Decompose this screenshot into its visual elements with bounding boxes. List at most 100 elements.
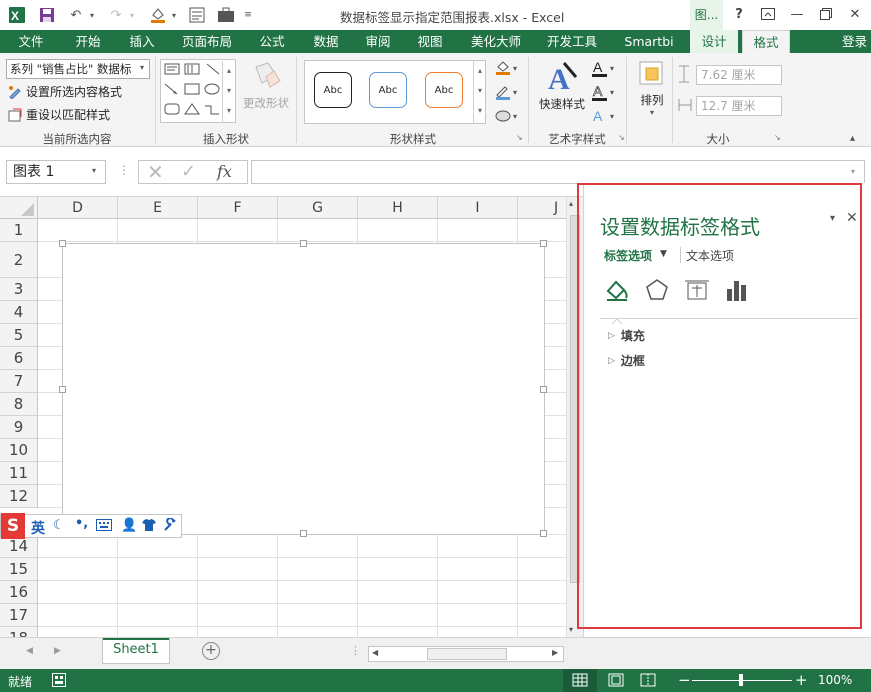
tab-review[interactable]: 审阅 <box>354 30 402 53</box>
row-header-11[interactable]: 11 <box>0 462 38 485</box>
row-header-4[interactable]: 4 <box>0 301 38 324</box>
row-header-7[interactable]: 7 <box>0 370 38 393</box>
scroll-up-icon[interactable]: ▴ <box>569 199 573 208</box>
column-header-f[interactable]: F <box>198 197 278 219</box>
scroll-right-icon[interactable]: ▶ <box>552 648 558 657</box>
change-shape-button[interactable]: 更改形状 <box>242 61 290 111</box>
tab-chart-design[interactable]: 设计 <box>690 30 738 53</box>
row-header-8[interactable]: 8 <box>0 393 38 416</box>
row-header-3[interactable]: 3 <box>0 278 38 301</box>
tab-formulas[interactable]: 公式 <box>248 30 296 53</box>
form-icon[interactable] <box>188 6 206 24</box>
resize-handle-n[interactable] <box>300 240 307 247</box>
row-header-6[interactable]: 6 <box>0 347 38 370</box>
login-link[interactable]: 登录 <box>838 30 871 53</box>
row-header-2[interactable]: 2 <box>0 242 38 278</box>
undo-icon[interactable]: ↶ <box>66 6 86 24</box>
redo-icon[interactable]: ↷ <box>106 6 126 24</box>
zoom-level[interactable]: 100% <box>818 673 852 687</box>
ime-punctuation-icon[interactable]: •, <box>75 516 88 531</box>
redo-dropdown-icon[interactable]: ▾ <box>126 6 138 24</box>
tab-view[interactable]: 视图 <box>406 30 454 53</box>
normal-view-button[interactable] <box>563 669 597 692</box>
shape-style-black[interactable]: Abc <box>314 72 352 108</box>
shape-outline-button[interactable]: ▾ <box>494 83 522 104</box>
column-header-e[interactable]: E <box>118 197 198 219</box>
row-header-15[interactable]: 15 <box>0 558 38 581</box>
cancel-icon[interactable]: ✕ <box>147 161 164 183</box>
row-header-10[interactable]: 10 <box>0 439 38 462</box>
tab-developer[interactable]: 开发工具 <box>538 30 606 53</box>
ime-skin-icon[interactable] <box>141 518 157 535</box>
ime-logo-icon[interactable]: S <box>1 513 25 539</box>
row-header-16[interactable]: 16 <box>0 581 38 604</box>
shape-effects-button[interactable]: ▾ <box>494 107 522 128</box>
quick-styles-button[interactable]: A 快速样式 <box>536 59 588 112</box>
row-header-9[interactable]: 9 <box>0 416 38 439</box>
tab-data[interactable]: 数据 <box>302 30 350 53</box>
next-sheet-icon[interactable]: ▶ <box>54 646 61 656</box>
macro-record-icon[interactable] <box>52 673 66 690</box>
arrange-button[interactable]: 排列 ▾ <box>632 59 672 117</box>
enter-icon[interactable]: ✓ <box>181 161 196 183</box>
shape-height-input[interactable]: 7.62 厘米 <box>696 65 782 85</box>
save-icon[interactable] <box>38 6 56 24</box>
page-break-view-icon[interactable] <box>640 673 656 690</box>
fill-color-dropdown-icon[interactable]: ▾ <box>168 6 180 24</box>
text-outline-button[interactable]: A ▾ <box>590 83 618 106</box>
column-header-h[interactable]: H <box>358 197 438 219</box>
fill-color-icon[interactable] <box>148 6 168 24</box>
column-header-i[interactable]: I <box>438 197 518 219</box>
shape-style-blue[interactable]: Abc <box>369 72 407 108</box>
shape-fill-button[interactable]: ▾ <box>494 59 522 80</box>
shape-style-orange[interactable]: Abc <box>425 72 463 108</box>
collapse-ribbon-icon[interactable]: ▴ <box>850 133 855 144</box>
tab-page-layout[interactable]: 页面布局 <box>174 30 240 53</box>
column-header-g[interactable]: G <box>278 197 358 219</box>
tab-splitter-icon[interactable]: ⋮ <box>350 644 361 657</box>
chevron-down-icon[interactable]: ▾ <box>140 63 144 72</box>
text-fill-button[interactable]: A ▾ <box>590 59 618 82</box>
ime-keyboard-icon[interactable] <box>96 519 112 534</box>
tab-smartbi[interactable]: Smartbi <box>618 30 680 53</box>
horizontal-scroll-thumb[interactable] <box>427 648 507 660</box>
ribbon-display-options-icon[interactable] <box>757 4 779 24</box>
row-header-18[interactable]: 18 <box>0 627 38 637</box>
name-box-dropdown-icon[interactable]: ▾ <box>92 166 96 175</box>
tab-insert[interactable]: 插入 <box>118 30 166 53</box>
add-sheet-icon[interactable]: + <box>202 642 220 660</box>
customize-quick-access-icon[interactable]: ≡ <box>242 6 254 24</box>
resize-handle-w[interactable] <box>59 386 66 393</box>
undo-dropdown-icon[interactable]: ▾ <box>86 6 98 24</box>
column-header-d[interactable]: D <box>38 197 118 219</box>
horizontal-scrollbar[interactable]: ◀ ▶ <box>368 646 564 662</box>
close-icon[interactable]: ✕ <box>844 4 866 24</box>
zoom-in-icon[interactable]: + <box>795 671 808 689</box>
resize-handle-nw[interactable] <box>59 240 66 247</box>
ime-halfwidth-icon[interactable]: ☾ <box>53 518 65 533</box>
column-header-j[interactable]: J <box>518 197 566 219</box>
name-box[interactable]: 图表 1 <box>6 160 106 184</box>
ime-language-toggle[interactable]: 英 <box>31 518 45 538</box>
shape-styles-scroll[interactable]: ▴ ▾ ▾ <box>473 61 486 123</box>
tab-chart-format[interactable]: 格式 <box>742 30 790 53</box>
text-effects-button[interactable]: A ▾ <box>590 107 618 130</box>
shapes-gallery-scroll[interactable]: ▴ ▾ ▾ <box>222 61 235 123</box>
insert-function-icon[interactable]: fx <box>217 161 232 183</box>
tab-file[interactable]: 文件 <box>0 30 62 53</box>
resize-handle-se[interactable] <box>540 530 547 537</box>
format-selection-button[interactable]: 设置所选内容格式 <box>8 83 122 100</box>
shape-width-input[interactable]: 12.7 厘米 <box>696 96 782 116</box>
sheet-tab-sheet1[interactable]: Sheet1 <box>102 638 170 664</box>
dialog-launcher-icon[interactable]: ↘ <box>516 133 523 142</box>
minimize-icon[interactable]: — <box>786 4 808 24</box>
ime-user-icon[interactable]: 👤 <box>121 518 137 533</box>
chart-object[interactable] <box>59 240 547 537</box>
ime-settings-icon[interactable] <box>163 517 177 535</box>
previous-sheet-icon[interactable]: ◀ <box>26 646 33 656</box>
formula-input[interactable] <box>251 160 865 184</box>
reset-to-match-style-button[interactable]: 重设以匹配样式 <box>8 106 110 123</box>
resize-handle-ne[interactable] <box>540 240 547 247</box>
briefcase-icon[interactable] <box>216 6 236 24</box>
help-button[interactable]: ? <box>728 4 750 24</box>
